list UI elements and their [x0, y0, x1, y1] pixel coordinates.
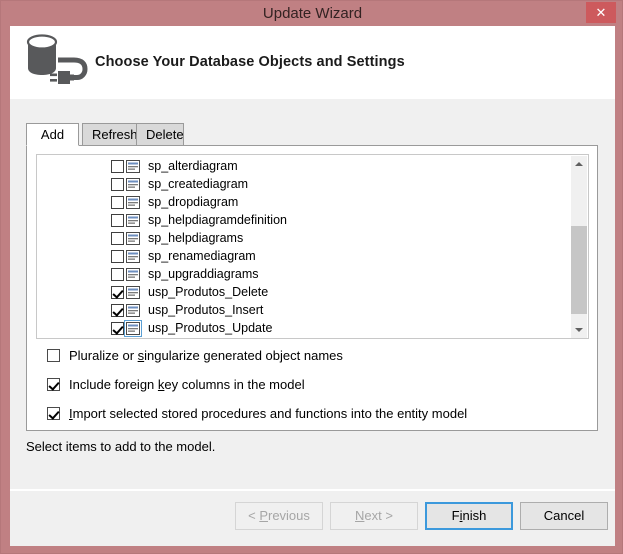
list-item[interactable]: usp_Produtos_Update — [37, 319, 572, 337]
next-button: Next > — [330, 502, 418, 530]
option-import-procedures[interactable]: Import selected stored procedures and fu… — [47, 406, 467, 421]
list-item-checkbox[interactable] — [111, 231, 124, 245]
list-item-checkbox[interactable] — [111, 177, 124, 191]
stored-procedure-icon — [126, 231, 140, 245]
listbox-scrollbar[interactable] — [571, 156, 587, 338]
status-text: Select items to add to the model. — [26, 439, 216, 454]
list-item-label: sp_alterdiagram — [148, 159, 238, 173]
list-item[interactable]: usp_Produtos_Delete — [37, 283, 572, 301]
list-item[interactable]: usp_Produtos_Insert — [37, 301, 572, 319]
list-item-label: sp_dropdiagram — [148, 195, 239, 209]
button-bar: < Previous Next > Finish Cancel — [10, 491, 615, 546]
list-item[interactable]: sp_helpdiagramdefinition — [37, 211, 572, 229]
list-item[interactable]: sp_alterdiagram — [37, 157, 572, 175]
list-item-label: sp_helpdiagramdefinition — [148, 213, 287, 227]
list-item-label: sp_helpdiagrams — [148, 231, 244, 245]
cancel-button[interactable]: Cancel — [520, 502, 608, 530]
list-item-checkbox[interactable] — [111, 249, 124, 263]
option-import-procedures-label: Import selected stored procedures and fu… — [69, 406, 468, 421]
list-item-label: sp_renamediagram — [148, 249, 256, 263]
option-import-procedures-checkbox[interactable] — [47, 407, 60, 420]
list-items-container: sp_alterdiagram sp_creatediagram sp_drop… — [37, 157, 572, 337]
stored-procedure-icon — [126, 159, 140, 173]
tab-delete[interactable]: Delete — [136, 123, 184, 146]
list-item[interactable]: sp_upgraddiagrams — [37, 265, 572, 283]
option-pluralize-checkbox[interactable] — [47, 349, 60, 362]
database-objects-listbox[interactable]: sp_alterdiagram sp_creatediagram sp_drop… — [36, 154, 589, 339]
option-pluralize[interactable]: Pluralize or singularize generated objec… — [47, 348, 343, 363]
list-item-checkbox[interactable] — [111, 303, 124, 317]
list-item-label: usp_Produtos_Insert — [148, 303, 264, 317]
list-item-label: usp_Produtos_Update — [148, 321, 273, 335]
list-item-checkbox[interactable] — [111, 195, 124, 209]
close-button[interactable]: ✕ — [586, 2, 616, 23]
page-title: Choose Your Database Objects and Setting… — [95, 54, 405, 70]
list-item[interactable]: sp_creatediagram — [37, 175, 572, 193]
list-item[interactable]: sp_helpdiagrams — [37, 229, 572, 247]
tab-refresh[interactable]: Refresh — [82, 123, 138, 146]
finish-button[interactable]: Finish — [425, 502, 513, 530]
update-wizard-dialog: Update Wizard ✕ Choose Your Database Obj… — [0, 0, 623, 554]
list-item[interactable]: sp_dropdiagram — [37, 193, 572, 211]
tab-content-panel: sp_alterdiagram sp_creatediagram sp_drop… — [26, 145, 598, 431]
stored-procedure-icon — [126, 177, 140, 191]
stored-procedure-icon — [126, 249, 140, 263]
close-icon: ✕ — [595, 5, 607, 20]
scroll-up-arrow-icon[interactable] — [571, 156, 587, 173]
window-title: Update Wizard — [262, 5, 363, 22]
list-item-label: sp_creatediagram — [148, 177, 249, 191]
option-foreign-key-checkbox[interactable] — [47, 378, 60, 391]
list-item-label: sp_upgraddiagrams — [148, 267, 259, 281]
stored-procedure-icon — [126, 303, 140, 317]
scrollbar-thumb[interactable] — [571, 226, 587, 314]
previous-button: < Previous — [235, 502, 323, 530]
list-item-checkbox[interactable] — [111, 321, 124, 335]
list-item-label: usp_Produtos_Delete — [148, 285, 269, 299]
dialog-header: Choose Your Database Objects and Setting… — [10, 26, 615, 99]
option-pluralize-label: Pluralize or singularize generated objec… — [69, 348, 343, 363]
dialog-body: Add Refresh Delete sp_alterdiagram sp_cr… — [10, 99, 615, 489]
stored-procedure-icon — [126, 267, 140, 281]
titlebar: Update Wizard ✕ — [1, 1, 622, 26]
list-item-checkbox[interactable] — [111, 267, 124, 281]
option-foreign-key[interactable]: Include foreign key columns in the model — [47, 377, 305, 392]
stored-procedure-icon — [126, 195, 140, 209]
list-item[interactable]: sp_renamediagram — [37, 247, 572, 265]
tab-add[interactable]: Add — [26, 123, 79, 146]
database-plug-icon — [22, 30, 94, 94]
stored-procedure-icon — [126, 213, 140, 227]
list-item-checkbox[interactable] — [111, 213, 124, 227]
stored-procedure-icon — [124, 319, 142, 337]
list-item-checkbox[interactable] — [111, 159, 124, 173]
scroll-down-arrow-icon[interactable] — [571, 322, 587, 338]
option-foreign-key-label: Include foreign key columns in the model — [69, 377, 305, 392]
stored-procedure-icon — [126, 285, 140, 299]
list-item-checkbox[interactable] — [111, 285, 124, 299]
